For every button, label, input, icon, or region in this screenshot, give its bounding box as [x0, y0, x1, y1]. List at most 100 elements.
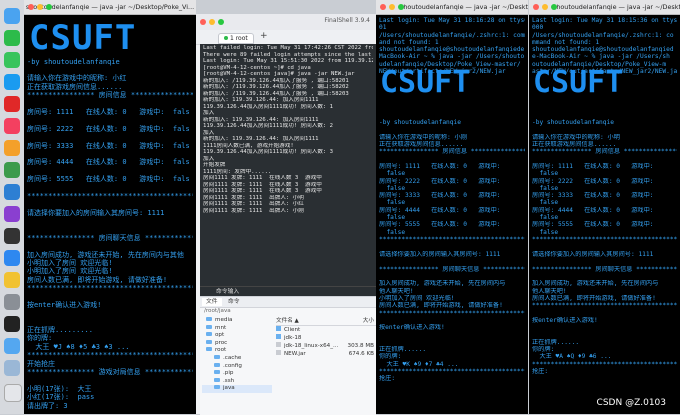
window-titlebar[interactable]: shoutoudelanfanqie — java -jar ~/Deskto.… [529, 0, 680, 15]
wechat-icon[interactable] [4, 30, 20, 46]
minimize-icon[interactable] [37, 4, 43, 10]
maximize-icon[interactable] [398, 4, 404, 10]
path-bar[interactable]: /root/java [204, 308, 231, 314]
tab-files[interactable]: 文件 [202, 298, 222, 306]
csuft-banner-logo: CSUFT [533, 65, 623, 96]
terminal-line: 房间号: 5555 在线人数: 0 游戏中: fals [27, 175, 190, 184]
command-input-bar[interactable]: 命令输入 [200, 286, 376, 296]
tree-item[interactable]: proc [202, 339, 272, 348]
maximize-icon[interactable] [551, 4, 557, 10]
tree-item-label: java [223, 385, 235, 392]
tree-item[interactable]: opt [202, 332, 272, 340]
minimize-icon[interactable] [389, 4, 395, 10]
terminal-line: **************** 房间信息 **************** [379, 148, 525, 156]
terminal-line: 大王 ♥A ♠Q ♦9 ♣6 ... [532, 353, 612, 361]
terminal-line: 房间号: 3333 在线人数: 0 游戏中: [532, 192, 654, 200]
file-manager-panel: 文件 命令 /root/java media mnt opt proc root .cac… [200, 296, 376, 415]
file-row[interactable]: Client [276, 326, 376, 334]
terminal-line: 房间号: 3333 在线人数: 0 游戏中: fals [27, 141, 190, 150]
terminal-line: 新的加入: /119.39.126.44加入了服务 , 端口:58202 [203, 84, 349, 90]
terminal-line: 抢庄: [532, 367, 549, 375]
app-title: FinalShell 3.9.4 [324, 17, 370, 24]
chrome-icon[interactable] [4, 162, 20, 178]
tree-item-label: .ssh [223, 377, 235, 384]
terminal-window-right[interactable]: shoutoudelanfanqie — java -jar ~/Deskto.… [529, 0, 680, 414]
file-list[interactable]: 文件名 ▲ 大小 Client jdk-18 jdk-18_linux-x64_...… [276, 317, 376, 358]
file-row[interactable]: jdk-18 [276, 334, 376, 342]
tree-item[interactable]: java [202, 385, 272, 393]
terminal-line: 他人聊天吧! [532, 287, 567, 295]
tree-item[interactable]: .config [202, 362, 272, 371]
terminal-line: ****************************************… [27, 284, 193, 293]
tree-item-label: mnt [215, 324, 227, 331]
directory-tree[interactable]: media mnt opt proc root .cache .config .pip .ssh… [202, 317, 272, 393]
jetbrains-icon[interactable] [4, 206, 20, 222]
terminal-line: mmand not found: 1 [532, 38, 600, 46]
close-icon[interactable] [380, 4, 386, 10]
folder-icon[interactable] [4, 338, 20, 354]
settings-icon[interactable] [4, 294, 20, 310]
tree-item-label: opt [215, 332, 225, 339]
terminal-line: -by shoutoudelanfanqie [379, 119, 461, 127]
downloads-icon[interactable] [4, 360, 20, 376]
terminal-line: 你的牌: [379, 353, 402, 361]
vscode-icon[interactable] [4, 184, 20, 200]
tab-root[interactable]: 1 root [218, 33, 254, 44]
file-name: NEW.jar [284, 351, 306, 357]
terminal-icon[interactable] [4, 316, 20, 332]
file-size: 674.6 KB [348, 351, 374, 357]
ssh-console[interactable]: Last failed login: Tue May 31 17:42:26 C… [200, 44, 376, 286]
tab-commands[interactable]: 命令 [224, 298, 244, 306]
terminal-line: 按enter确认进入游戏! [27, 300, 102, 309]
terminal-line: false [532, 199, 559, 207]
maximize-icon[interactable] [46, 4, 52, 10]
qq-icon[interactable] [4, 74, 20, 90]
minimize-icon[interactable] [542, 4, 548, 10]
tree-item[interactable]: media [202, 317, 272, 325]
close-icon[interactable] [533, 4, 539, 10]
window-titlebar[interactable]: shoutoudelanfanqie — java -jar ~/Desktop… [24, 0, 196, 15]
terminal-line: false [379, 199, 406, 207]
file-size: 303.8 MB [347, 343, 374, 349]
add-tab-button[interactable]: + [260, 31, 268, 41]
terminal-line: 房间号: 1111 在线人数: 0 游戏中: fals [27, 107, 190, 116]
terminal-window-middle[interactable]: shoutoudelanfanqie — java -jar ~/Desktop… [376, 0, 528, 414]
terminal-line: **************** 房间信息 **************** [27, 91, 193, 100]
terminal-line: 小明加入了房间 欢迎光临! [379, 294, 455, 302]
typora-icon[interactable] [4, 228, 20, 244]
terminal-window-left[interactable]: shoutoudelanfanqie — java -jar ~/Desktop… [24, 0, 196, 414]
browser-icon[interactable] [4, 140, 20, 156]
close-icon[interactable] [28, 4, 34, 10]
terminal-line: /Users/shoutoudelanfanqie/.zshrc:1: comm [379, 31, 525, 39]
file-row[interactable]: NEW.jar 674.6 KB [276, 350, 376, 358]
appstore-icon[interactable] [4, 250, 20, 266]
netease-music-icon[interactable] [4, 96, 20, 112]
file-row[interactable]: jdk-18_linux-x64_... 303.8 MB [276, 342, 376, 350]
terminal-line: 正在抓牌......... [27, 326, 93, 335]
tree-item[interactable]: mnt [202, 324, 272, 333]
window-titlebar[interactable]: shoutoudelanfanqie — java -jar ~/Desktop… [376, 0, 528, 15]
terminal-line: 正在抓牌...... [379, 346, 427, 354]
terminal-line: **************** 游戏对局信息 **************** [27, 368, 193, 377]
finder-icon[interactable] [4, 8, 20, 24]
terminal-line: 开始抢庄 [27, 359, 55, 368]
tree-item[interactable]: .cache [202, 354, 272, 363]
chat-icon[interactable] [4, 52, 20, 68]
terminal-line: 你的牌: [27, 334, 53, 343]
music-icon[interactable] [4, 118, 20, 134]
tree-item[interactable]: root [202, 347, 272, 355]
file-name: jdk-18_linux-x64_... [284, 343, 339, 349]
trash-icon[interactable] [4, 384, 22, 402]
tree-item[interactable]: .ssh [202, 377, 272, 386]
folder-icon [206, 324, 212, 329]
terminal-line: 正在获取游戏房间信息...... [379, 141, 464, 149]
tree-item[interactable]: .pip [202, 370, 272, 378]
notes-icon[interactable] [4, 272, 20, 288]
